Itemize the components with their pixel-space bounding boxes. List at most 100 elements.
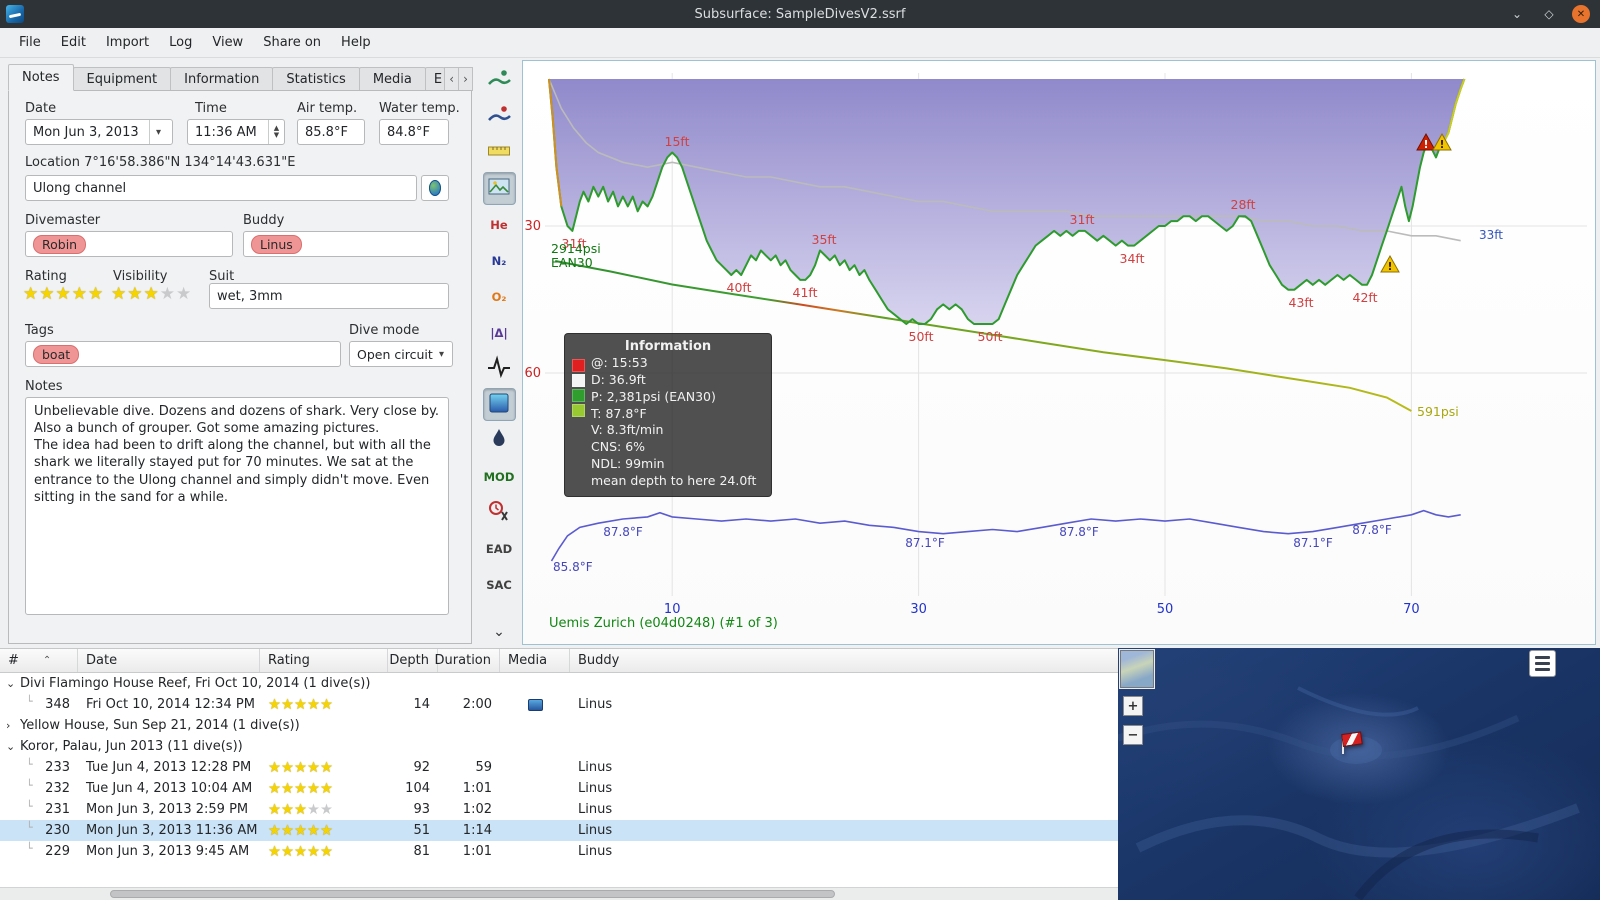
suit-input[interactable]	[209, 283, 449, 309]
svg-text:!: !	[1439, 138, 1444, 151]
column-header-num[interactable]: # ⌃	[0, 649, 78, 672]
dive-date: Tue Jun 4, 2013 10:04 AM	[86, 781, 253, 796]
scrollbar-thumb[interactable]	[110, 890, 835, 898]
notes-textarea[interactable]: Unbelievable dive. Dozens and dozens of …	[25, 397, 449, 615]
star-rating: ★★★★★	[268, 759, 333, 776]
trip-expand-icon[interactable]: ⌄	[0, 677, 16, 690]
tab-information[interactable]: Information	[170, 67, 274, 91]
profile-tissues-toggle[interactable]	[482, 388, 516, 421]
rating-stars[interactable]: ★★★★★	[23, 284, 104, 304]
menu-log[interactable]: Log	[160, 32, 201, 53]
dive-row[interactable]: └ 348 Fri Oct 10, 2014 12:34 PM ★★★★★ 14 2:00…	[0, 694, 1118, 715]
map-zoom-in-button[interactable]: +	[1123, 696, 1143, 716]
menu-view[interactable]: View	[203, 32, 252, 53]
time-spinbox[interactable]: 11:36 AM ▲ ▼	[187, 119, 285, 145]
trip-expand-icon[interactable]: ⌄	[0, 740, 16, 753]
profile-heart-rate-toggle[interactable]	[483, 352, 516, 385]
tab-equipment[interactable]: Equipment	[72, 67, 172, 91]
profile-diver-icon[interactable]	[483, 64, 516, 97]
dive-number: 229	[45, 844, 70, 859]
info-row: V: 8.3ft/min	[591, 422, 664, 438]
dive-mode-combobox[interactable]: Open circuit ▾	[349, 341, 453, 367]
trip-row[interactable]: ⌄ Koror, Palau, Jun 2013 (11 dive(s))	[0, 736, 1118, 757]
menu-share-on[interactable]: Share on	[254, 32, 330, 53]
menu-help[interactable]: Help	[332, 32, 380, 53]
dive-row[interactable]: └ 229 Mon Jun 3, 2013 9:45 AM ★★★★★ 81 1:01 Li…	[0, 841, 1118, 862]
info-row: P: 2,381psi (EAN30)	[591, 388, 716, 404]
profile-dive-computer-icon[interactable]	[483, 100, 516, 133]
horizontal-scrollbar[interactable]	[0, 887, 1118, 900]
column-header-buddy[interactable]: Buddy	[570, 649, 1118, 672]
visibility-stars[interactable]: ★★★★★	[111, 284, 192, 304]
column-header-date[interactable]: Date	[78, 649, 260, 672]
map-zoom-out-button[interactable]: −	[1123, 725, 1143, 745]
map-panel[interactable]: + −	[1118, 648, 1600, 900]
dive-date: Mon Jun 3, 2013 9:45 AM	[86, 844, 250, 859]
trip-row[interactable]: › Yellow House, Sun Sep 21, 2014 (1 dive(…	[0, 715, 1118, 736]
profile-pn2-toggle[interactable]: N₂	[483, 244, 516, 277]
dive-media-cell	[500, 757, 570, 778]
dive-duration: 1:01	[462, 844, 492, 859]
location-input[interactable]	[25, 175, 417, 201]
profile-pen-icon-glyph	[487, 427, 511, 455]
trip-expand-icon[interactable]: ›	[0, 719, 16, 732]
column-header-dur[interactable]: Duration	[435, 649, 500, 672]
menu-edit[interactable]: Edit	[52, 32, 95, 53]
column-header-media[interactable]: Media	[500, 649, 570, 672]
globe-button[interactable]	[421, 175, 449, 201]
buddy-field[interactable]: Linus	[243, 231, 449, 257]
menu-file[interactable]: File	[10, 32, 50, 53]
dive-computer-label: Uemis Zurich (e04d0248) (#1 of 3)	[549, 616, 778, 631]
profile-po2-toggle[interactable]: O₂	[483, 280, 516, 313]
dive-rating: ★★★★★	[260, 778, 388, 799]
tab-media[interactable]: Media	[358, 67, 426, 91]
menu-import[interactable]: Import	[97, 32, 158, 53]
spin-buttons[interactable]: ▲ ▼	[268, 120, 284, 144]
column-header-depth[interactable]: Depth	[388, 649, 438, 672]
svg-text:2914psi: 2914psi	[551, 241, 601, 256]
profile-ruler-icon[interactable]	[483, 136, 516, 169]
water-temp-input[interactable]	[379, 119, 449, 145]
map-menu-button[interactable]	[1529, 650, 1556, 677]
dive-site-flag-marker[interactable]	[1340, 731, 1366, 756]
divemaster-field[interactable]: Robin	[25, 231, 233, 257]
date-combobox[interactable]: Mon Jun 3, 2013 ▾	[25, 119, 173, 145]
tab-e[interactable]: E	[424, 67, 446, 91]
dive-rating: ★★★★★	[260, 820, 388, 841]
trip-label: Yellow House, Sun Sep 21, 2014 (1 dive(s…	[20, 718, 300, 733]
dive-list-header: # ⌃ Date Rating Depth Duration Media Buddy	[0, 649, 1118, 673]
close-button[interactable]: ✕	[1572, 5, 1590, 23]
map-overview-inset[interactable]	[1120, 650, 1154, 688]
profile-sac-toggle[interactable]: SAC	[483, 568, 516, 601]
legend-swatch	[572, 389, 585, 402]
dive-row[interactable]: └ 232 Tue Jun 4, 2013 10:04 AM ★★★★★ 104 1:01…	[0, 778, 1118, 799]
profile-mod-toggle[interactable]: MOD	[483, 460, 516, 493]
profile-pen-icon[interactable]	[483, 424, 516, 457]
tab-scroll-left-button[interactable]: ‹	[444, 67, 460, 91]
maximize-button[interactable]: ◇	[1540, 5, 1558, 23]
spin-down-icon[interactable]: ▼	[274, 132, 279, 139]
profile-dc-ceiling-toggle[interactable]: |Δ|	[483, 316, 516, 349]
tags-field[interactable]: boat	[25, 341, 341, 367]
tab-statistics[interactable]: Statistics	[272, 67, 360, 91]
tab-notes[interactable]: Notes	[8, 64, 74, 91]
map-canvas	[1118, 686, 1580, 900]
dive-row[interactable]: └ 231 Mon Jun 3, 2013 2:59 PM ★★★★★ 93 1:02 Li…	[0, 799, 1118, 820]
dive-number-cell: └ 348	[0, 694, 78, 715]
dive-row[interactable]: └ 233 Tue Jun 4, 2013 12:28 PM ★★★★★ 92 59 Lin…	[0, 757, 1118, 778]
trip-row[interactable]: ⌄ Divi Flamingo House Reef, Fri Oct 10, 2…	[0, 673, 1118, 694]
tab-scroll-right-button[interactable]: ›	[458, 67, 474, 91]
profile-ead-toggle-label: EAD	[485, 541, 513, 556]
column-header-rating[interactable]: Rating	[260, 649, 388, 672]
toolbar-collapse-button[interactable]: ⌄	[483, 620, 516, 644]
air-temp-input[interactable]	[297, 119, 365, 145]
profile-phe-toggle[interactable]: He	[483, 208, 516, 241]
dive-row[interactable]: └ 230 Mon Jun 3, 2013 11:36 AM ★★★★★ 51 1:14 L…	[0, 820, 1118, 841]
profile-ead-toggle[interactable]: EAD	[483, 532, 516, 565]
profile-photos-toggle[interactable]	[482, 172, 516, 205]
profile-deco-toggle[interactable]	[483, 496, 516, 529]
dive-date: Mon Jun 3, 2013 11:36 AM	[86, 823, 258, 838]
notes-label: Notes	[25, 379, 63, 394]
svg-text:15ft: 15ft	[665, 134, 690, 149]
minimize-button[interactable]: ⌄	[1508, 5, 1526, 23]
